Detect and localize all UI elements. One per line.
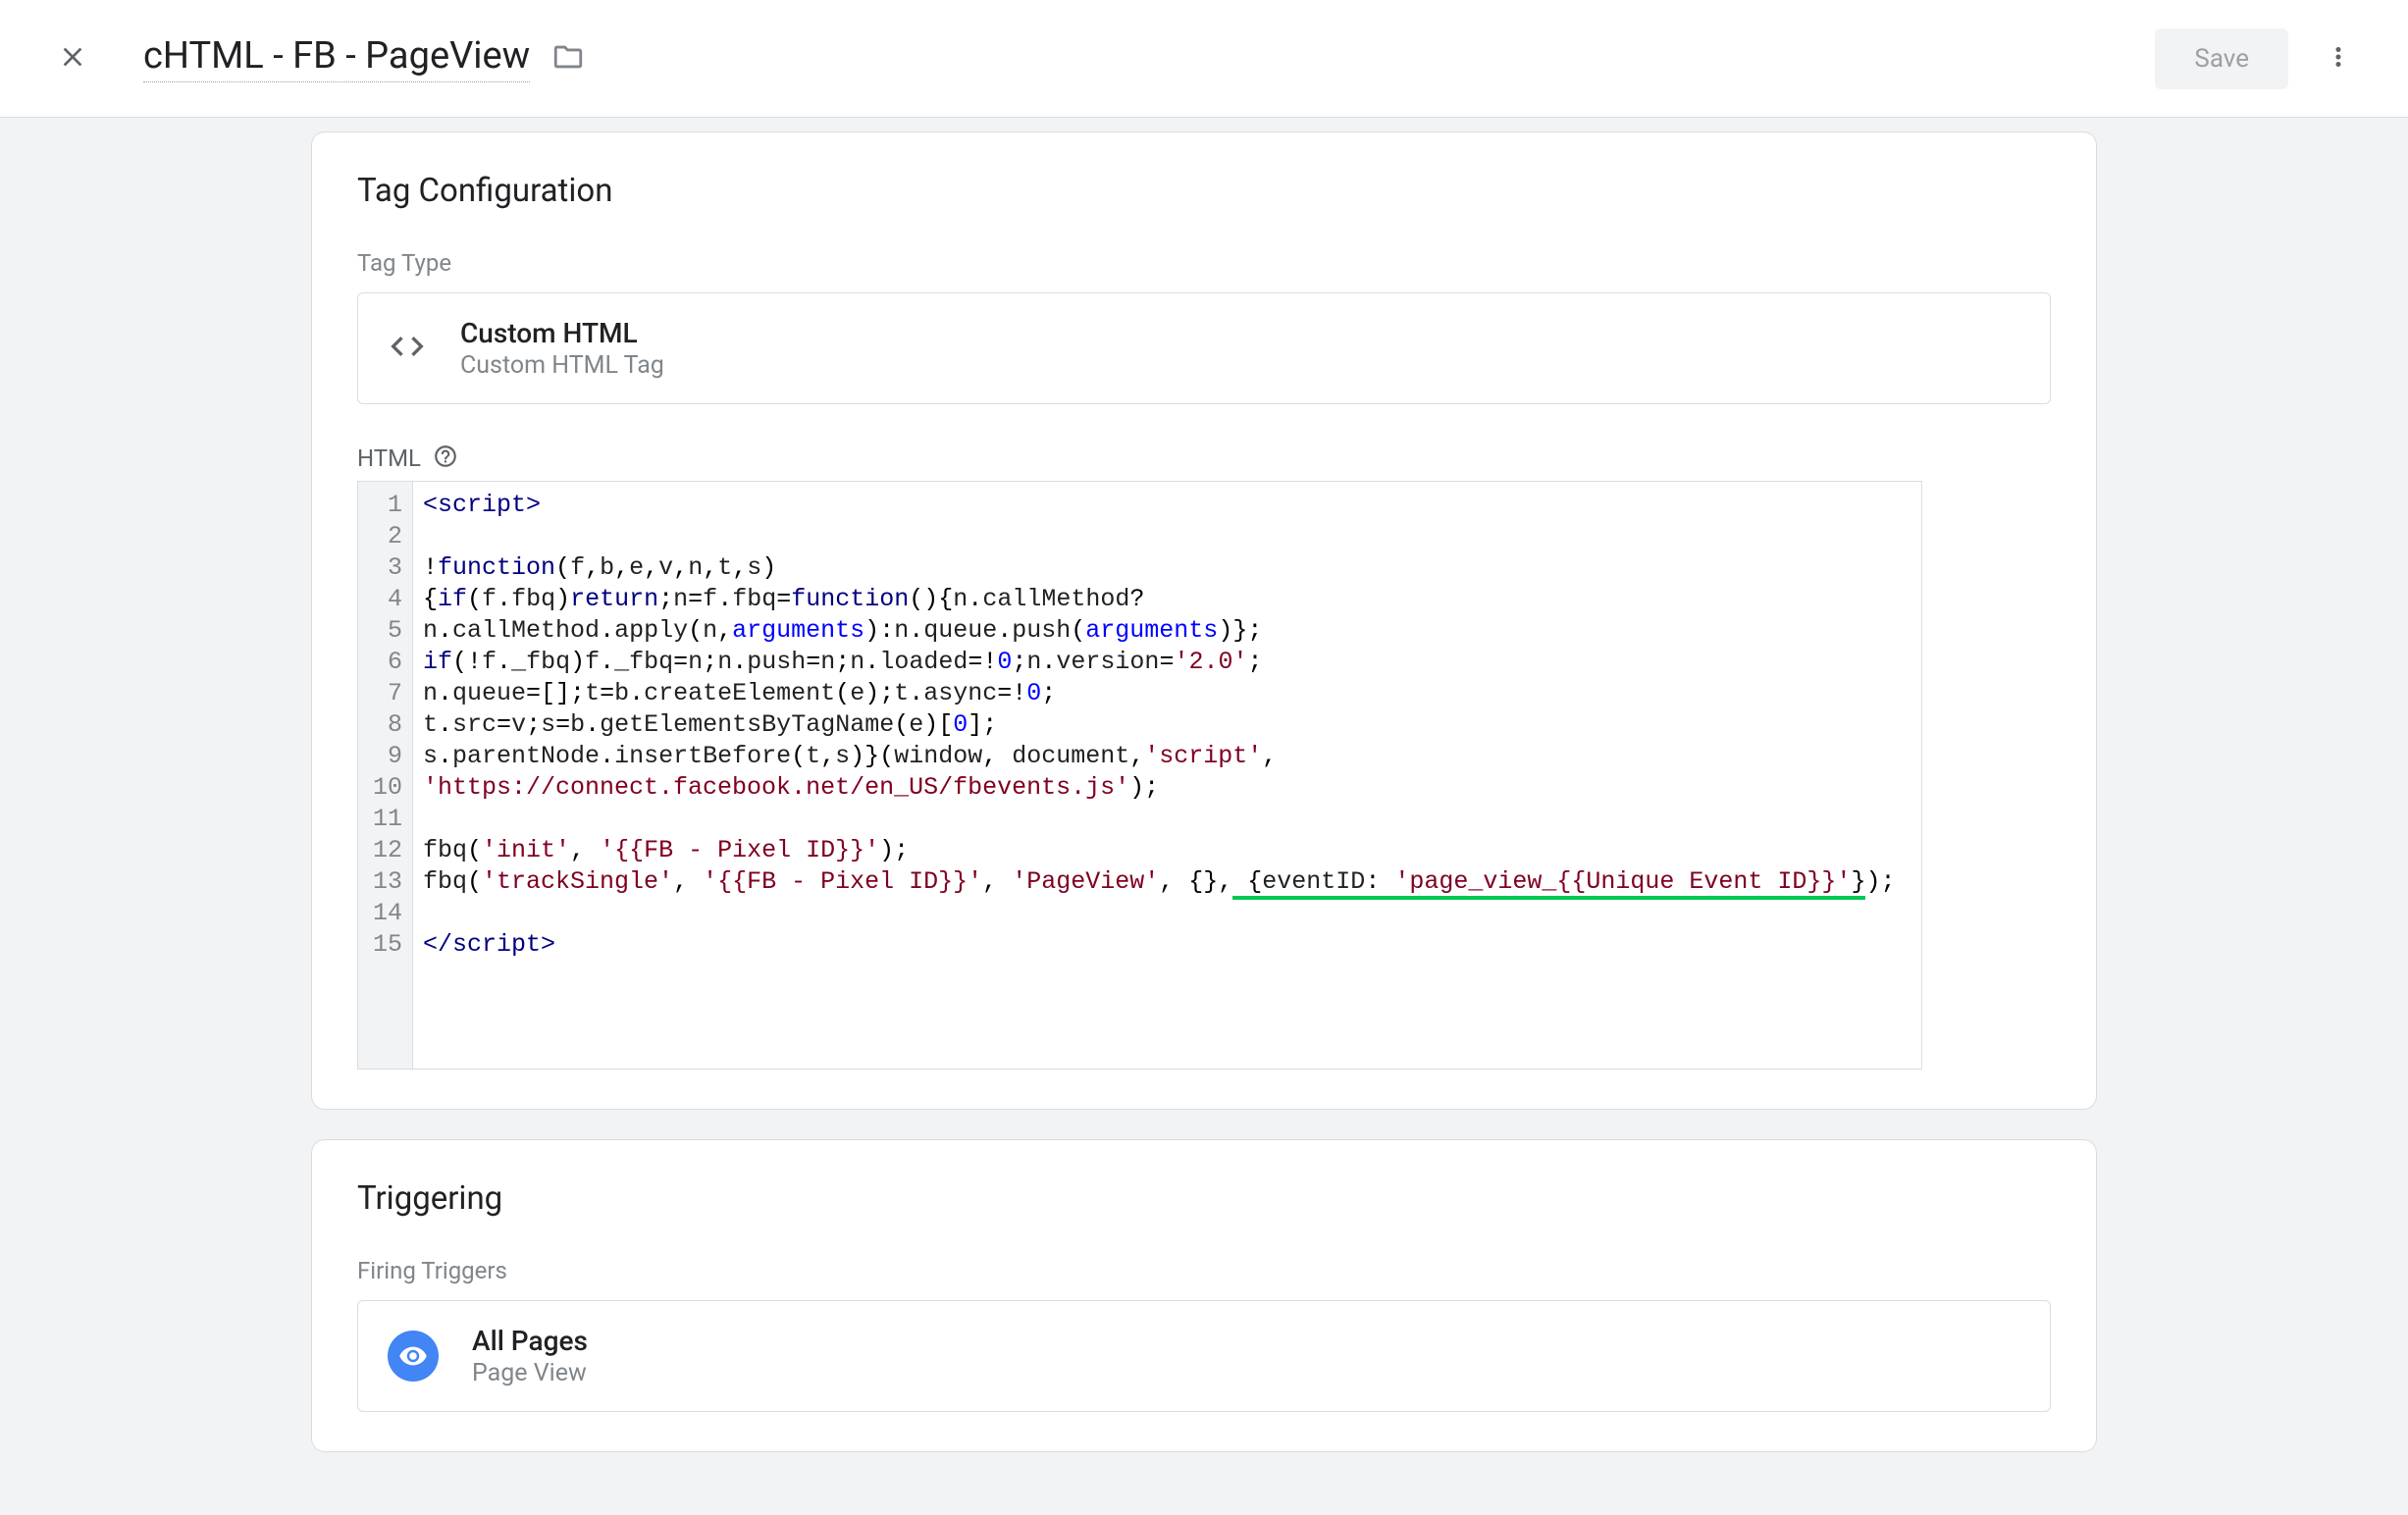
code-gutter: 123456789101112131415: [358, 482, 413, 1069]
help-icon[interactable]: [433, 444, 458, 473]
pageview-trigger-icon: [388, 1331, 439, 1382]
close-button[interactable]: [43, 27, 102, 89]
code-line: {if(f.fbq)return;n=f.fbq=function(){n.ca…: [423, 584, 1911, 615]
code-line: fbq('trackSingle', '{{FB - Pixel ID}}', …: [423, 866, 1911, 898]
firing-triggers-label: Firing Triggers: [357, 1257, 2051, 1284]
code-line: n.queue=[];t=b.createElement(e);t.async=…: [423, 678, 1911, 709]
code-line: s.parentNode.insertBefore(t,s)}(window, …: [423, 741, 1911, 772]
code-line: </script>: [423, 929, 1911, 961]
html-field-label: HTML: [357, 444, 421, 472]
save-button[interactable]: Save: [2155, 28, 2288, 89]
tag-type-subtitle: Custom HTML Tag: [460, 351, 664, 380]
tag-config-title: Tag Configuration: [357, 172, 2051, 210]
code-line: if(!f._fbq)f._fbq=n;n.push=n;n.loaded=!0…: [423, 647, 1911, 678]
code-line: 'https://connect.facebook.net/en_US/fbev…: [423, 772, 1911, 804]
folder-icon[interactable]: [551, 40, 585, 78]
tag-title[interactable]: cHTML - FB - PageView: [143, 34, 530, 82]
tag-configuration-card: Tag Configuration Tag Type Custom HTML C…: [311, 131, 2097, 1110]
code-line: t.src=v;s=b.getElementsByTagName(e)[0];: [423, 709, 1911, 741]
tag-type-label: Tag Type: [357, 249, 2051, 277]
close-icon: [57, 41, 88, 76]
trigger-row[interactable]: All Pages Page View: [357, 1300, 2051, 1412]
more-vert-icon: [2324, 60, 2353, 75]
code-line: <script>: [423, 490, 1911, 521]
triggering-title: Triggering: [357, 1179, 2051, 1218]
html-code-editor[interactable]: 123456789101112131415 <script> !function(…: [357, 481, 1922, 1070]
trigger-title: All Pages: [472, 1325, 588, 1357]
code-body[interactable]: <script> !function(f,b,e,v,n,t,s){if(f.fb…: [413, 482, 1921, 1069]
tag-type-selector[interactable]: Custom HTML Custom HTML Tag: [357, 292, 2051, 404]
code-line: n.callMethod.apply(n,arguments):n.queue.…: [423, 615, 1911, 647]
tag-type-title: Custom HTML: [460, 317, 664, 349]
code-line: [423, 804, 1911, 835]
triggering-card: Triggering Firing Triggers All Pages Pag…: [311, 1139, 2097, 1452]
code-line: [423, 898, 1911, 929]
trigger-subtitle: Page View: [472, 1359, 588, 1387]
code-line: fbq('init', '{{FB - Pixel ID}}');: [423, 835, 1911, 866]
code-icon: [388, 327, 427, 370]
more-menu-button[interactable]: [2312, 30, 2365, 86]
code-line: [423, 521, 1911, 552]
header-bar: cHTML - FB - PageView Save: [0, 0, 2408, 118]
code-line: !function(f,b,e,v,n,t,s): [423, 552, 1911, 584]
